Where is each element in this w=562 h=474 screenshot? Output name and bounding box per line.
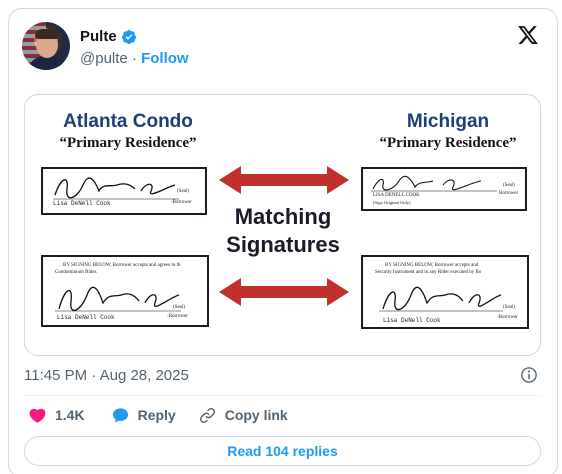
- seal-label: (Seal): [173, 305, 185, 310]
- author-handle-row: @pulte · Follow: [80, 50, 189, 67]
- matching-signatures-label: Matching Signatures: [203, 203, 363, 259]
- copy-link-button[interactable]: Copy link: [198, 404, 288, 426]
- signer-name: Lisa DeNell Cook: [57, 314, 115, 321]
- info-icon[interactable]: [520, 366, 538, 384]
- signature-box-bottom-left: BY SIGNING BELOW, Borrower accepts and a…: [41, 255, 209, 327]
- verified-badge-icon: [121, 29, 136, 44]
- divider: [24, 395, 541, 396]
- right-title: Michigan: [406, 111, 490, 132]
- reply-button[interactable]: Reply: [111, 404, 176, 426]
- left-subtitle: “Primary Residence”: [59, 135, 197, 151]
- author-name-row: Pulte: [80, 28, 137, 45]
- signing-text-line1: BY SIGNING BELOW, Borrower accepts and a…: [63, 263, 181, 268]
- author-handle[interactable]: @pulte: [80, 50, 128, 67]
- avatar-hair: [35, 29, 59, 39]
- link-icon: [199, 407, 215, 423]
- borrower-label: -Borrower: [171, 200, 192, 205]
- signature-stroke: [371, 175, 497, 192]
- author-display-name[interactable]: Pulte: [80, 28, 117, 45]
- matching-label-line2: Signatures: [226, 232, 340, 257]
- seal-label: (Seal): [177, 189, 189, 194]
- signature-box-top-right: LISA DENELL COOK (Sign Original Only) (S…: [361, 167, 527, 211]
- signer-name: Lisa DeNell Cook: [53, 200, 111, 207]
- signature-stroke: [55, 286, 181, 312]
- read-replies-button[interactable]: Read 104 replies: [24, 436, 541, 466]
- separator-dot: ·: [131, 50, 137, 67]
- tweet-timestamp[interactable]: 11:45 PM · Aug 28, 2025: [24, 367, 189, 384]
- heart-icon: [29, 408, 46, 423]
- reply-label: Reply: [137, 407, 176, 423]
- like-button[interactable]: 1.4K: [28, 404, 85, 426]
- tweet-media-image[interactable]: Atlanta Condo “Primary Residence” Michig…: [24, 94, 541, 356]
- avatar-suit: [28, 56, 66, 70]
- follow-button[interactable]: Follow: [141, 50, 189, 67]
- copy-link-label: Copy link: [224, 407, 288, 423]
- sign-original-note: (Sign Original Only): [373, 200, 411, 205]
- signature-stroke: [53, 177, 179, 200]
- signing-text-line2: Security Instrument and in any Rider exe…: [375, 270, 482, 275]
- seal-label: (Seal): [503, 183, 515, 188]
- reply-icon: [112, 407, 128, 423]
- signature-box-bottom-right: BY SIGNING BELOW, Borrower accepts and S…: [361, 255, 529, 329]
- tweet-actions: 1.4K Reply Copy link: [24, 404, 288, 426]
- borrower-label: Borrower: [499, 191, 519, 196]
- borrower-label: -Borrower: [497, 315, 518, 320]
- seal-label: (Seal): [503, 305, 515, 310]
- signer-name: Lisa DeNell Cook: [383, 317, 441, 324]
- matching-label-line1: Matching: [234, 204, 332, 229]
- x-logo-icon[interactable]: [517, 24, 539, 46]
- borrower-label: -Borrower: [167, 314, 188, 319]
- signature-stroke: [379, 286, 503, 312]
- like-count: 1.4K: [55, 407, 85, 423]
- signing-text-line2: Condominium Rider.: [55, 270, 98, 275]
- double-arrow-icon: [219, 166, 349, 194]
- left-title: Atlanta Condo: [63, 111, 193, 132]
- right-subtitle: “Primary Residence”: [379, 135, 517, 151]
- signing-text-line1: BY SIGNING BELOW, Borrower accepts and: [385, 263, 479, 268]
- author-avatar[interactable]: [22, 22, 70, 70]
- signer-name: LISA DENELL COOK: [373, 193, 420, 198]
- double-arrow-icon: [219, 278, 349, 306]
- signature-box-top-left: Lisa DeNell Cook (Seal) -Borrower: [41, 167, 207, 215]
